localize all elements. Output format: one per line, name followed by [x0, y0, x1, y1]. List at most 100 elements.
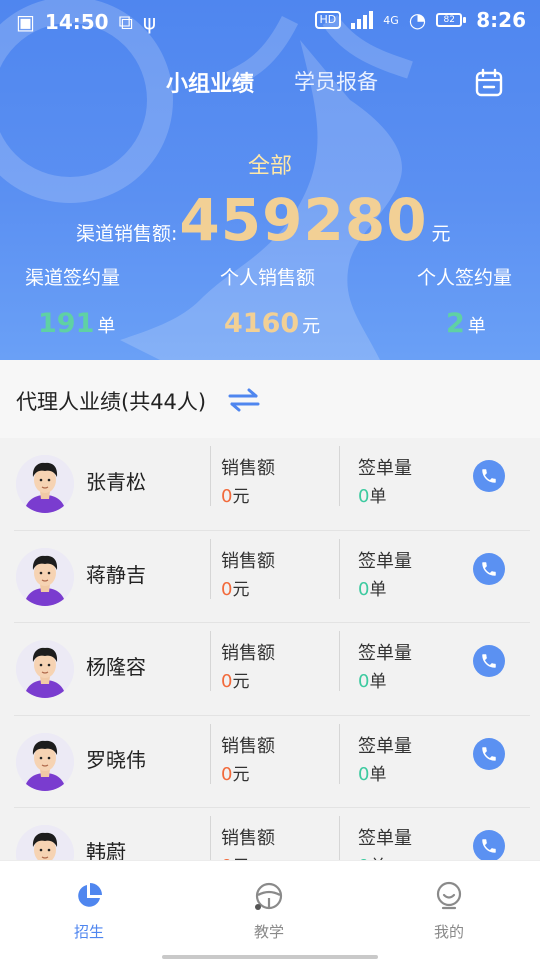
- nav-teaching[interactable]: 教学: [229, 881, 309, 942]
- divider: [210, 538, 211, 599]
- divider: [210, 631, 211, 691]
- divider: [339, 538, 340, 599]
- wifi-icon: ◔: [408, 8, 427, 32]
- calendar-icon[interactable]: [474, 68, 504, 98]
- divider: [339, 631, 340, 691]
- orders-label: 签单量: [358, 828, 412, 849]
- stat-label-channel-orders: 渠道签约量: [25, 267, 121, 289]
- nav-label: 我的: [433, 923, 464, 941]
- divider: [210, 816, 211, 860]
- agent-name: 杨隆容: [86, 655, 146, 679]
- status-time-left: 14:50: [44, 10, 109, 34]
- call-button[interactable]: [473, 737, 505, 770]
- divider: [339, 446, 340, 506]
- avatar: [16, 640, 74, 698]
- stat-unit: 元: [302, 316, 321, 337]
- list-item[interactable]: 张青松 销售额 0元 签单量 0单: [14, 438, 530, 531]
- status-time-right: 8:26: [476, 8, 526, 32]
- battery-icon: 82: [436, 13, 467, 27]
- avatar: [16, 455, 74, 513]
- tab-student-report[interactable]: 学员报备: [294, 66, 378, 96]
- stat-unit: 单: [97, 316, 116, 337]
- hd-badge: HD: [314, 11, 342, 29]
- call-button[interactable]: [473, 830, 505, 860]
- header-banner: ▣ 14:50 ⧉ ψ HD 4G ◔ 82 8:26 小组业绩 学员报备 全部…: [0, 0, 540, 360]
- nav-label: 招生: [73, 923, 104, 941]
- orders-label: 签单量: [358, 550, 412, 572]
- home-indicator[interactable]: [162, 955, 378, 959]
- orders-value: 0单: [358, 671, 387, 692]
- list-item[interactable]: 杨隆容 销售额 0元 签单量 0单: [14, 623, 530, 716]
- call-button[interactable]: [473, 552, 505, 585]
- stat-unit: 单: [467, 316, 486, 337]
- stat-personal-sales: 4160 元: [224, 308, 320, 339]
- avatar: [16, 547, 74, 606]
- divider: [210, 446, 211, 506]
- avatar: [16, 732, 74, 791]
- agent-name: 韩蔚: [86, 840, 126, 860]
- phone-icon: [482, 839, 496, 853]
- orders-value: 0单: [358, 578, 387, 600]
- channel-sales-value: 459280: [179, 186, 428, 254]
- agent-section-header: 代理人业绩(共44人): [0, 360, 540, 438]
- gallery-icon: ▣: [16, 10, 35, 34]
- sales-label: 销售额: [221, 828, 275, 849]
- pie-chart-icon: [78, 883, 102, 907]
- call-button[interactable]: [473, 460, 505, 492]
- orders-label: 签单量: [358, 735, 412, 757]
- stat-personal-orders: 2 单: [446, 308, 486, 339]
- stat-value: 2: [446, 308, 465, 339]
- list-item[interactable]: 韩蔚 销售额 0元 签单量 0单: [14, 808, 530, 860]
- steering-wheel-icon: [255, 882, 283, 910]
- phone-icon: [482, 746, 496, 761]
- agent-name: 蒋静吉: [86, 562, 146, 587]
- network-label: 4G: [383, 13, 399, 27]
- nav-mine[interactable]: 我的: [409, 881, 489, 942]
- avatar: [16, 825, 74, 860]
- header-tabs: 小组业绩 学员报备: [0, 66, 540, 106]
- call-button[interactable]: [473, 645, 505, 677]
- agent-name: 张青松: [86, 470, 146, 494]
- sales-label: 销售额: [221, 643, 275, 664]
- channel-sales-unit: 元: [431, 223, 451, 245]
- tab-group-performance[interactable]: 小组业绩: [166, 66, 254, 98]
- agent-name: 罗晓伟: [86, 747, 146, 772]
- list-item[interactable]: 蒋静吉 销售额 0元 签单量 0单: [14, 531, 530, 623]
- stats-values: 191 单 4160 元 2 单: [0, 308, 540, 344]
- phone-icon: [482, 561, 496, 576]
- usb-icon: ψ: [142, 10, 157, 34]
- orders-value: 0单: [358, 852, 386, 860]
- bottom-nav: 招生 教学 我的: [0, 860, 540, 960]
- channel-sales-summary: 渠道销售额: 459280 元: [76, 186, 451, 254]
- divider: [339, 723, 340, 784]
- orders-label: 签单量: [358, 458, 412, 479]
- sales-value: 0元: [221, 578, 250, 600]
- nav-label: 教学: [253, 923, 284, 941]
- sales-value: 0元: [221, 486, 250, 507]
- divider: [339, 816, 340, 860]
- phone-icon: [482, 469, 496, 483]
- orders-value: 0单: [358, 763, 387, 785]
- stat-channel-orders: 191 单: [38, 308, 115, 339]
- sales-label: 销售额: [221, 458, 275, 479]
- orders-value: 0单: [358, 486, 387, 507]
- swap-arrows-icon[interactable]: [228, 388, 260, 412]
- nav-enrollment[interactable]: 招生: [49, 881, 129, 942]
- stat-value: 191: [38, 308, 95, 339]
- agent-section-title: 代理人业绩(共44人): [16, 390, 207, 414]
- divider: [210, 723, 211, 784]
- sales-value: 0元: [221, 852, 249, 860]
- stat-label-personal-orders: 个人签约量: [417, 267, 513, 289]
- list-item[interactable]: 罗晓伟 销售额 0元 签单量 0单: [14, 716, 530, 808]
- user-face-icon: [436, 881, 462, 910]
- scope-filter[interactable]: 全部: [0, 148, 540, 180]
- stat-label-personal-sales: 个人销售额: [220, 267, 316, 289]
- sales-value: 0元: [221, 671, 250, 692]
- sales-label: 销售额: [221, 550, 275, 572]
- stats-labels: 渠道签约量 个人销售额 个人签约量: [0, 263, 540, 293]
- orders-label: 签单量: [358, 643, 412, 664]
- deer-watermark-icon: [0, 0, 413, 360]
- status-bar: ▣ 14:50 ⧉ ψ HD 4G ◔ 82 8:26: [0, 0, 540, 46]
- stat-value: 4160: [224, 308, 300, 339]
- agent-list[interactable]: 张青松 销售额 0元 签单量 0单 蒋静吉 销售额 0元 签单量 0单 杨隆容 …: [0, 438, 540, 860]
